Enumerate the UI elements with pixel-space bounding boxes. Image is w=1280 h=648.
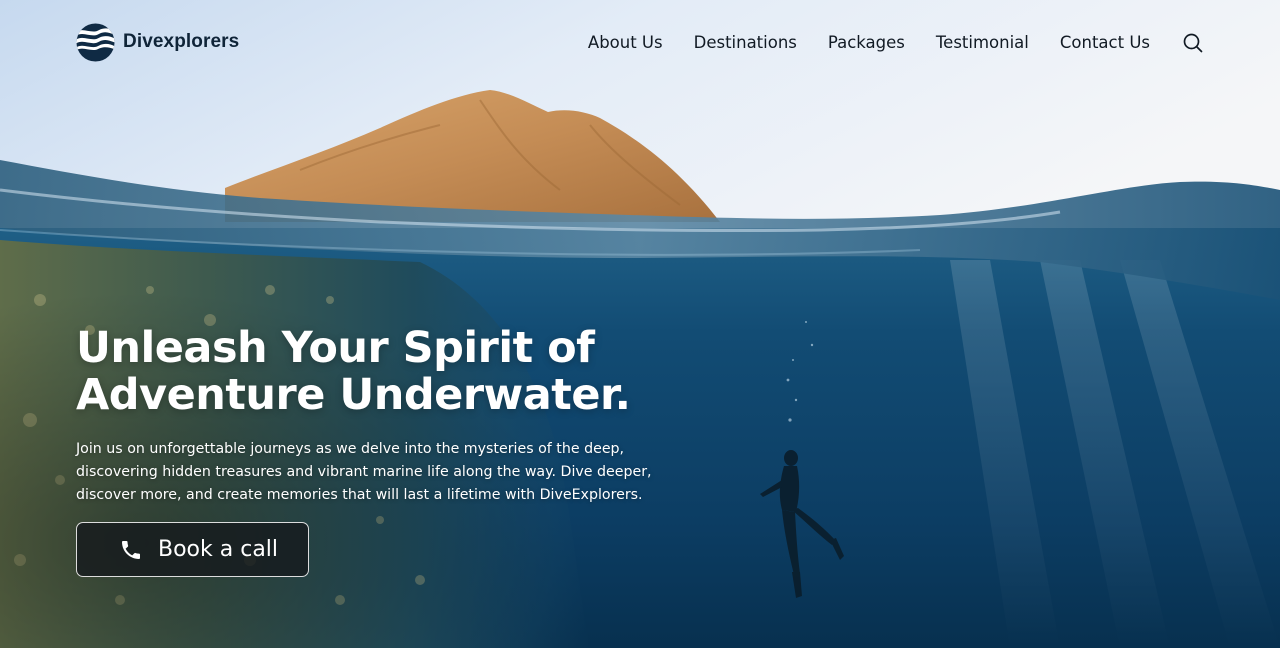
waves-logo-icon (76, 22, 115, 62)
search-icon[interactable] (1180, 30, 1206, 56)
nav-link-destinations[interactable]: Destinations (694, 31, 797, 55)
book-a-call-button[interactable]: Book a call (76, 522, 309, 577)
hero-section: Divexplorers About Us Destinations Packa… (0, 0, 1280, 648)
hero-description: Join us on unforgettable journeys as we … (76, 441, 652, 503)
nav-link-about-us[interactable]: About Us (588, 31, 663, 55)
top-navigation: Divexplorers About Us Destinations Packa… (0, 0, 1280, 88)
brand-link[interactable]: Divexplorers (76, 22, 239, 62)
main-menu: About Us Destinations Packages Testimoni… (588, 31, 1150, 55)
brand-name: Divexplorers (123, 31, 240, 52)
hero-headline-line-2: Adventure Underwater. (76, 370, 631, 420)
nav-link-testimonial[interactable]: Testimonial (936, 31, 1029, 55)
hero-headline-line-1: Unleash Your Spirit of (76, 323, 595, 373)
hero-headline: Unleash Your Spirit of Adventure Underwa… (76, 325, 696, 419)
nav-link-contact-us[interactable]: Contact Us (1060, 31, 1150, 55)
nav-link-packages[interactable]: Packages (828, 31, 905, 55)
book-a-call-label: Book a call (158, 537, 279, 562)
phone-icon (122, 540, 140, 559)
